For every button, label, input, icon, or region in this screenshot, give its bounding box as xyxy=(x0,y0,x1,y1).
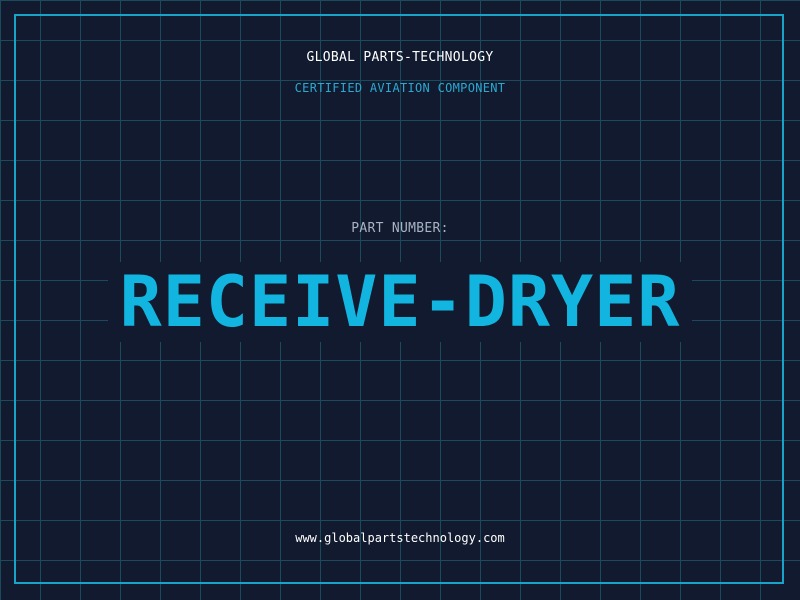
part-number-label: PART NUMBER: xyxy=(351,221,449,236)
part-number-container: RECEIVE-DRYER xyxy=(0,262,800,342)
certification-subtitle: CERTIFIED AVIATION COMPONENT xyxy=(294,81,506,95)
website-url: www.globalpartstechnology.com xyxy=(295,531,505,545)
company-name: GLOBAL PARTS-TECHNOLOGY xyxy=(306,50,494,65)
part-number: RECEIVE-DRYER xyxy=(107,262,693,342)
